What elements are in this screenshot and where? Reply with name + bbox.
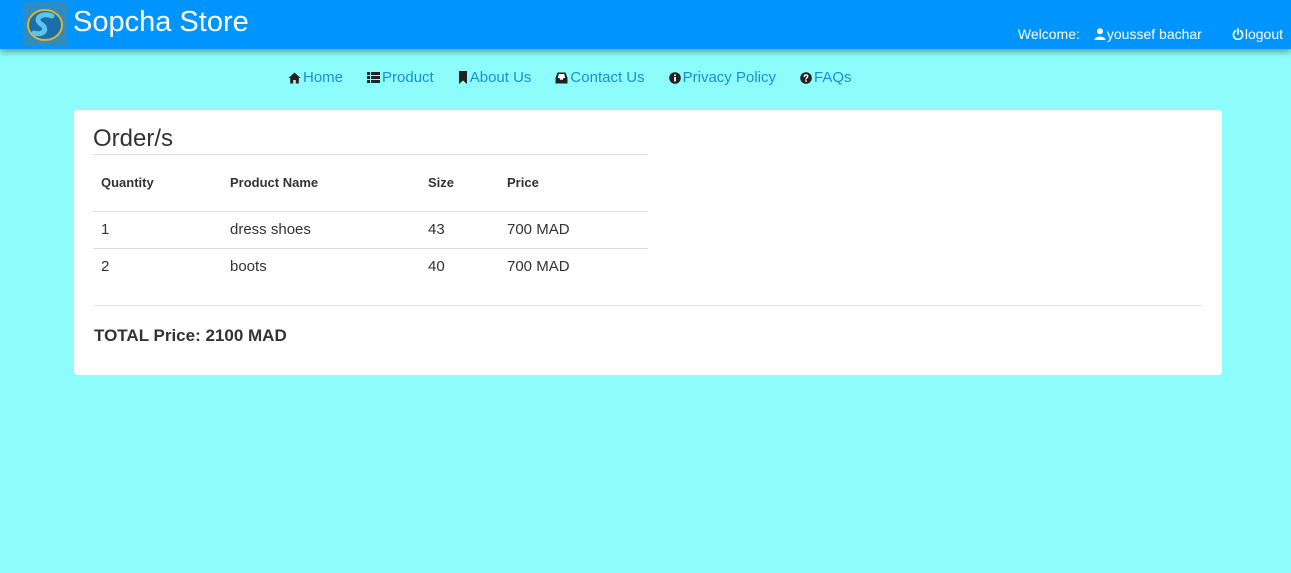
inbox-icon [555, 72, 568, 83]
column-header-product-name: Product Name [222, 154, 420, 212]
bookmark-icon [458, 71, 467, 84]
info-icon [668, 71, 681, 84]
cell-quantity: 2 [101, 258, 110, 276]
cell-price: 700 MAD [499, 211, 648, 249]
home-icon [288, 72, 301, 83]
user-profile-link[interactable]: youssef bachar [1094, 26, 1202, 42]
menu-item-product[interactable]: Product [367, 69, 434, 86]
top-navbar: Sopcha Store Welcome: youssef bachar log… [0, 0, 1291, 49]
brand-title[interactable]: Sopcha Store [73, 6, 249, 39]
table-row: 1 dress shoes 43 700 MAD [93, 211, 648, 249]
column-header-price: Price [499, 154, 648, 212]
menu-item-contact[interactable]: Contact Us [555, 69, 645, 86]
menu-label-privacy: Privacy Policy [682, 69, 776, 86]
main-menu: Home Product About Us Contact Us Privacy… [288, 69, 852, 86]
panel-divider [93, 305, 1203, 306]
menu-item-faqs[interactable]: FAQs [800, 69, 852, 86]
logout-link[interactable]: logout [1232, 26, 1283, 42]
orders-panel: Order/s Quantity Product Name Size Price… [74, 110, 1222, 375]
cell-quantity: 1 [93, 211, 222, 249]
cell-size: 43 [420, 211, 499, 249]
list-icon [367, 72, 381, 83]
menu-item-privacy[interactable]: Privacy Policy [668, 69, 776, 86]
menu-label-product: Product [382, 69, 434, 86]
menu-item-home[interactable]: Home [288, 69, 343, 86]
cell-product-name: boots [230, 258, 267, 276]
column-header-size: Size [420, 154, 499, 212]
power-icon [1232, 28, 1244, 40]
welcome-label: Welcome: [1017, 26, 1080, 42]
table-header-row: Quantity Product Name Size Price [93, 154, 648, 212]
total-price: TOTAL Price: 2100 MAD [94, 326, 287, 345]
menu-label-faqs: FAQs [813, 69, 852, 86]
menu-item-about[interactable]: About Us [458, 69, 532, 86]
orders-title: Order/s [93, 125, 648, 155]
orders-table: Quantity Product Name Size Price 1 dress… [93, 154, 648, 285]
cell-product-name: dress shoes [222, 211, 420, 249]
logout-label: logout [1244, 26, 1283, 42]
user-name: youssef bachar [1106, 26, 1202, 42]
cell-size: 40 [428, 258, 445, 276]
question-icon [800, 71, 812, 84]
logo-s-icon [23, 2, 67, 46]
menu-label-about: About Us [469, 69, 532, 86]
user-icon [1094, 28, 1106, 40]
column-header-quantity: Quantity [93, 154, 222, 212]
user-area: Welcome: youssef bachar logout [1018, 26, 1283, 42]
menu-label-contact: Contact Us [570, 69, 645, 86]
store-logo[interactable] [23, 2, 67, 46]
menu-label-home: Home [303, 69, 344, 86]
table-row: 2 boots 40 700 MAD [93, 248, 648, 285]
cell-price: 700 MAD [507, 258, 570, 276]
